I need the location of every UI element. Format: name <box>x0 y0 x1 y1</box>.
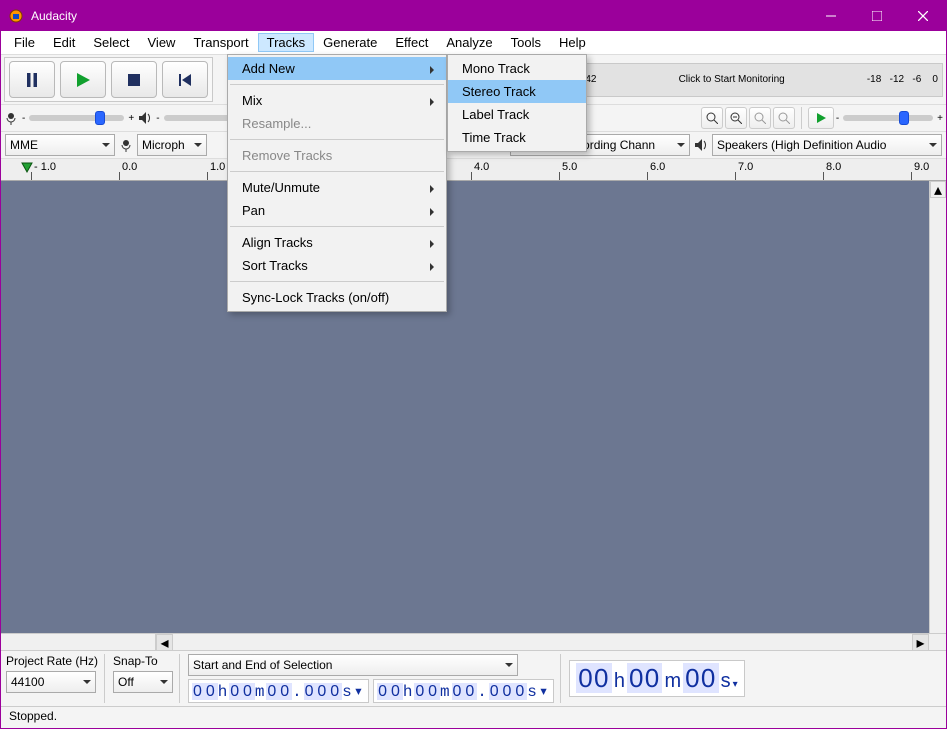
minimize-button[interactable] <box>808 1 854 31</box>
project-rate-label: Project Rate (Hz) <box>6 654 98 668</box>
timeline-ruler[interactable]: - 1.00.01.02.03.04.05.06.07.08.09.0 <box>1 159 946 181</box>
audio-position-timecode[interactable]: 00h 00m 00s▾ <box>569 660 744 697</box>
selection-toolbar: Project Rate (Hz) 44100 Snap-To Off Star… <box>1 650 946 706</box>
selection-end-timecode[interactable]: 00h00m00.000s▾ <box>373 679 554 703</box>
timeline-tick-label: - 1.0 <box>34 161 56 173</box>
mic-icon <box>119 138 133 152</box>
snap-to-combo[interactable]: Off <box>113 671 173 693</box>
recording-volume-slider[interactable]: -+ <box>4 111 134 125</box>
timeline-tick-label: 6.0 <box>650 161 665 173</box>
timeline-tick-label: 5.0 <box>562 161 577 173</box>
play-at-speed-button[interactable] <box>808 107 834 129</box>
tracks-menu-item[interactable]: Align Tracks <box>228 231 446 254</box>
menu-transport[interactable]: Transport <box>184 33 257 52</box>
menu-tracks[interactable]: Tracks <box>258 33 315 52</box>
menu-edit[interactable]: Edit <box>44 33 84 52</box>
mic-icon <box>4 111 18 125</box>
timeline-tick-label: 0.0 <box>122 161 137 173</box>
menu-generate[interactable]: Generate <box>314 33 386 52</box>
audio-host-combo[interactable]: MME <box>5 134 115 156</box>
project-rate-combo[interactable]: 44100 <box>6 671 96 693</box>
timeline-tick-label: 1.0 <box>210 161 225 173</box>
add-new-submenu: Mono TrackStereo TrackLabel TrackTime Tr… <box>447 54 587 152</box>
speaker-icon <box>694 138 708 152</box>
vertical-scrollbar[interactable]: ▴ <box>929 181 946 633</box>
playback-device-combo[interactable]: Speakers (High Definition Audio <box>712 134 942 156</box>
close-button[interactable] <box>900 1 946 31</box>
selection-start-timecode[interactable]: 00h00m00.000s▾ <box>188 679 369 703</box>
timeline-tick-label: 8.0 <box>826 161 841 173</box>
meter-tick: -18 -12 -6 0 <box>867 74 938 85</box>
addnew-menu-item[interactable]: Mono Track <box>448 57 586 80</box>
zoom-out-button[interactable] <box>725 107 747 129</box>
pause-button[interactable] <box>9 61 55 98</box>
tracks-dropdown: Add New MixResample... Remove Tracks Mute/U… <box>227 54 447 312</box>
playback-speed-slider[interactable]: -+ <box>836 107 943 129</box>
skip-to-start-button[interactable] <box>162 61 208 98</box>
timeline-tick-label: 7.0 <box>738 161 753 173</box>
app-icon <box>1 8 31 24</box>
menu-view[interactable]: View <box>139 33 185 52</box>
stop-button[interactable] <box>111 61 157 98</box>
selection-mode-combo[interactable]: Start and End of Selection <box>188 654 518 676</box>
recording-device-combo[interactable]: Microph <box>137 134 207 156</box>
window-title: Audacity <box>31 1 77 31</box>
play-button[interactable] <box>60 61 106 98</box>
menu-analyze[interactable]: Analyze <box>437 33 501 52</box>
zoom-in-button[interactable] <box>701 107 723 129</box>
tracks-menu-item[interactable]: Add New <box>228 57 446 80</box>
addnew-menu-item[interactable]: Label Track <box>448 103 586 126</box>
addnew-menu-item[interactable]: Time Track <box>448 126 586 149</box>
snap-to-label: Snap-To <box>113 654 173 668</box>
recording-meter[interactable]: -42 Click to Start Monitoring -18 -12 -6… <box>577 63 943 97</box>
menu-effect[interactable]: Effect <box>386 33 437 52</box>
maximize-button[interactable] <box>854 1 900 31</box>
tracks-menu-item: Remove Tracks <box>228 144 446 167</box>
tracks-menu-item[interactable]: Sort Tracks <box>228 254 446 277</box>
menubar: File Edit Select View Transport Tracks G… <box>1 31 946 55</box>
tracks-menu-item[interactable]: Mix <box>228 89 446 112</box>
timeline-tick-label: 9.0 <box>914 161 929 173</box>
titlebar: Audacity <box>1 1 946 31</box>
status-text: Stopped. <box>9 709 57 723</box>
statusbar: Stopped. <box>1 706 946 728</box>
tracks-menu-item[interactable]: Pan <box>228 199 446 222</box>
meter-click-text: Click to Start Monitoring <box>596 74 866 85</box>
horizontal-scrollbar[interactable]: ◂ ▸ <box>1 633 946 650</box>
tracks-menu-item: Resample... <box>228 112 446 135</box>
addnew-menu-item[interactable]: Stereo Track <box>448 80 586 103</box>
fit-project-button[interactable] <box>773 107 795 129</box>
tracks-menu-item[interactable]: Mute/Unmute <box>228 176 446 199</box>
menu-file[interactable]: File <box>5 33 44 52</box>
fit-selection-button[interactable] <box>749 107 771 129</box>
menu-help[interactable]: Help <box>550 33 595 52</box>
menu-tools[interactable]: Tools <box>502 33 550 52</box>
speaker-icon <box>138 111 152 125</box>
menu-select[interactable]: Select <box>84 33 138 52</box>
track-area[interactable] <box>1 181 929 633</box>
tracks-menu-item[interactable]: Sync-Lock Tracks (on/off) <box>228 286 446 309</box>
timeline-tick-label: 4.0 <box>474 161 489 173</box>
